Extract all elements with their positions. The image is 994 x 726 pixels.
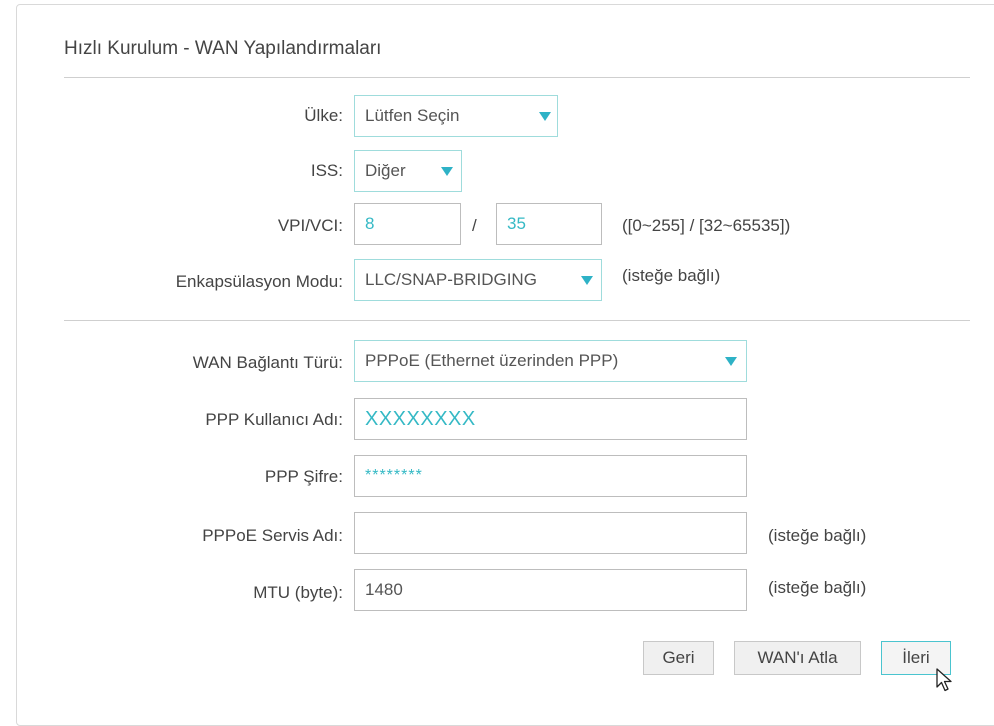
country-select[interactable]: Lütfen Seçin: [354, 95, 558, 137]
service-optional-hint: (isteğe bağlı): [768, 526, 867, 545]
ppp-user-label: PPP Kullanıcı Adı:: [205, 410, 343, 429]
encap-select[interactable]: LLC/SNAP-BRIDGING: [354, 259, 602, 301]
wan-type-select[interactable]: PPPoE (Ethernet üzerinden PPP): [354, 340, 747, 382]
isp-select[interactable]: Diğer: [354, 150, 462, 192]
title-divider: [64, 77, 970, 78]
country-label: Ülke:: [304, 106, 343, 125]
encap-optional-hint: (isteğe bağlı): [622, 266, 721, 285]
skip-wan-button[interactable]: WAN'ı Atla: [734, 641, 861, 675]
mtu-input[interactable]: [354, 569, 747, 611]
encap-value: LLC/SNAP-BRIDGING: [365, 270, 537, 289]
vpivci-separator: /: [472, 216, 477, 235]
caret-down-icon: [581, 276, 593, 285]
wan-type-label: WAN Bağlantı Türü:: [192, 353, 343, 372]
section-divider: [64, 320, 970, 321]
ppp-username-input[interactable]: [354, 398, 747, 440]
vci-input[interactable]: [496, 203, 602, 245]
vpi-input[interactable]: [354, 203, 461, 245]
ppp-pass-label: PPP Şifre:: [264, 467, 343, 486]
vpivci-range-hint: ([0~255] / [32~65535]): [622, 216, 791, 235]
page-title: Hızlı Kurulum - WAN Yapılandırmaları: [64, 38, 382, 59]
wan-type-value: PPPoE (Ethernet üzerinden PPP): [365, 351, 619, 370]
mtu-label: MTU (byte):: [253, 583, 343, 602]
caret-down-icon: [539, 112, 551, 121]
mtu-optional-hint: (isteğe bağlı): [768, 578, 867, 597]
vpivci-label: VPI/VCI:: [277, 216, 343, 235]
isp-label: ISS:: [310, 161, 343, 180]
mouse-pointer-icon: [936, 668, 952, 692]
caret-down-icon: [441, 167, 453, 176]
pppoe-service-input[interactable]: [354, 512, 747, 554]
caret-down-icon: [725, 357, 737, 366]
isp-value: Diğer: [365, 161, 406, 180]
encap-label: Enkapsülasyon Modu:: [175, 272, 343, 291]
service-label: PPPoE Servis Adı:: [202, 526, 343, 545]
ppp-password-input[interactable]: [354, 455, 747, 497]
country-value: Lütfen Seçin: [365, 106, 460, 125]
back-button[interactable]: Geri: [643, 641, 714, 675]
